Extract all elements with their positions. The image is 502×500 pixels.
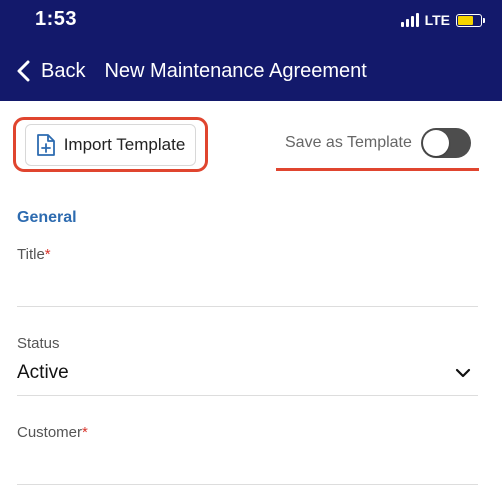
chevron-left-icon[interactable]: [15, 60, 33, 82]
required-mark: *: [82, 424, 88, 441]
title-label-text: Title: [17, 246, 45, 263]
section-title-general: General: [17, 209, 77, 226]
status-indicators: LTE: [400, 12, 485, 28]
title-field-underline: [17, 306, 478, 307]
status-time: 1:53: [35, 8, 78, 30]
save-template-highlight-underline: [276, 168, 479, 171]
import-template-highlight: Import Template: [13, 117, 208, 172]
chevron-down-icon[interactable]: [455, 366, 471, 380]
save-as-template-label: Save as Template: [285, 134, 412, 151]
save-as-template-toggle[interactable]: [420, 128, 471, 158]
required-mark: *: [44, 246, 51, 263]
toggle-knob: [422, 130, 449, 156]
battery-level: [458, 15, 474, 25]
status-field-underline: [17, 395, 478, 396]
import-template-button[interactable]: Import Template: [24, 123, 197, 166]
file-plus-icon: [36, 133, 55, 156]
title-field-label: Title*: [17, 246, 51, 263]
nav-bar: Back New Maintenance Agreement: [15, 58, 487, 84]
save-as-template-row: Save as Template: [285, 128, 471, 158]
customer-label-text: Customer: [17, 424, 83, 441]
battery-icon: [456, 13, 485, 27]
customer-input[interactable]: [17, 448, 478, 480]
signal-icon: [400, 13, 419, 27]
status-field-label: Status: [17, 335, 60, 352]
customer-field-underline: [17, 484, 478, 485]
app-header: 1:53 LTE Back New Maintenance Agreement: [0, 0, 502, 101]
back-button[interactable]: Back: [41, 60, 85, 83]
title-input[interactable]: [17, 270, 478, 302]
customer-field-label: Customer*: [17, 424, 88, 441]
network-type: LTE: [424, 12, 450, 28]
status-select[interactable]: Active: [17, 362, 69, 384]
page-title: New Maintenance Agreement: [104, 59, 367, 82]
import-template-label: Import Template: [63, 134, 186, 154]
